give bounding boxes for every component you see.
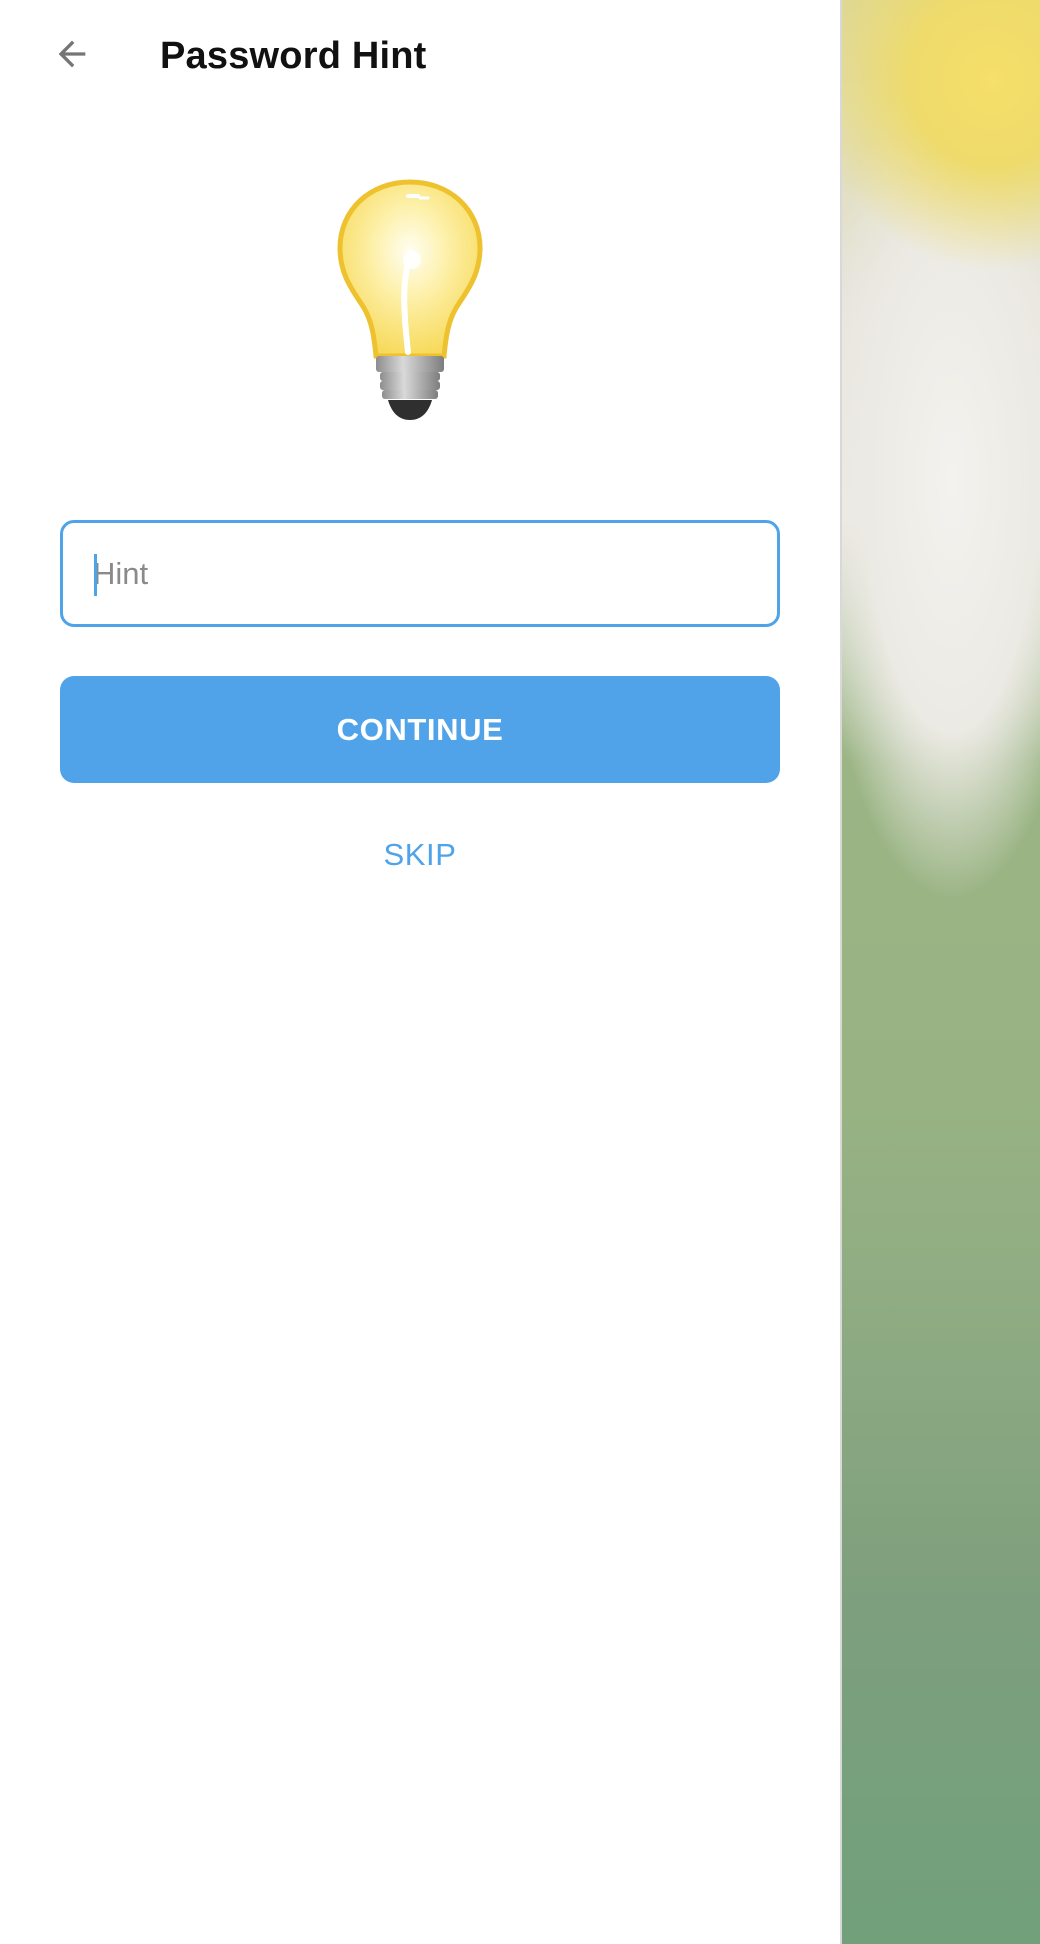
back-button[interactable] — [40, 28, 104, 84]
text-caret — [94, 554, 97, 596]
continue-button[interactable]: CONTINUE — [60, 676, 780, 783]
hint-field[interactable] — [60, 520, 780, 627]
arrow-left-icon — [52, 34, 92, 79]
app-bar: Password Hint — [0, 0, 840, 112]
password-hint-panel: Password Hint Hint CONTINUE SKIP — [0, 0, 840, 1944]
background-wallpaper — [840, 0, 1040, 1944]
skip-button[interactable]: SKIP — [320, 820, 520, 890]
lightbulb-icon — [330, 176, 490, 426]
screen: Password Hint Hint CONTINUE SKIP — [0, 0, 1040, 1944]
hint-input[interactable] — [63, 523, 777, 624]
page-title: Password Hint — [160, 35, 427, 77]
